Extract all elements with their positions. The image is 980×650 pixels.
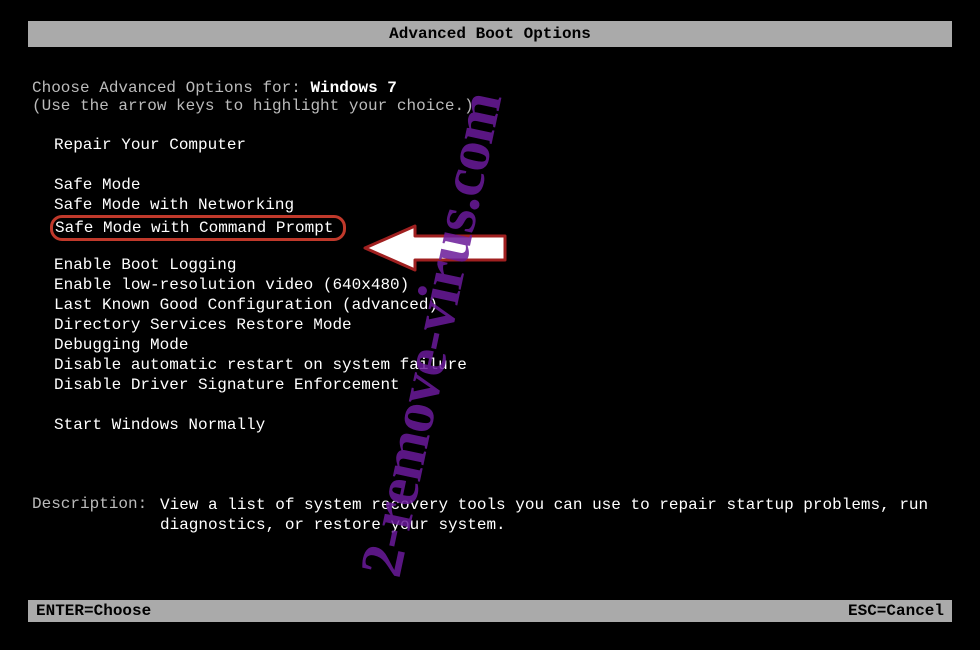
title-bar: Advanced Boot Options (28, 21, 952, 47)
menu-item[interactable]: Last Known Good Configuration (advanced) (52, 295, 440, 315)
intro-line: Choose Advanced Options for: Windows 7 (28, 79, 952, 97)
menu-item[interactable]: Safe Mode with Command Prompt (50, 215, 346, 241)
menu-group: Repair Your Computer (52, 135, 952, 155)
description-label: Description: (32, 495, 160, 535)
os-name: Windows 7 (310, 79, 396, 97)
menu-item[interactable]: Repair Your Computer (52, 135, 248, 155)
footer-bar: ENTER=Choose ESC=Cancel (28, 600, 952, 622)
menu-item[interactable]: Directory Services Restore Mode (52, 315, 354, 335)
menu-item[interactable]: Debugging Mode (52, 335, 190, 355)
menu-item[interactable]: Safe Mode (52, 175, 142, 195)
menu-item[interactable]: Disable Driver Signature Enforcement (52, 375, 402, 395)
description-block: Description: View a list of system recov… (28, 495, 952, 535)
page-title: Advanced Boot Options (389, 25, 591, 43)
menu-group: Start Windows Normally (52, 415, 952, 435)
menu-item[interactable]: Safe Mode with Networking (52, 195, 296, 215)
menu-item[interactable]: Disable automatic restart on system fail… (52, 355, 469, 375)
boot-menu[interactable]: Repair Your ComputerSafe ModeSafe Mode w… (28, 135, 952, 435)
menu-item[interactable]: Enable Boot Logging (52, 255, 238, 275)
description-text: View a list of system recovery tools you… (160, 495, 952, 535)
menu-group: Enable Boot LoggingEnable low-resolution… (52, 255, 952, 395)
menu-item[interactable]: Enable low-resolution video (640x480) (52, 275, 411, 295)
menu-group: Safe ModeSafe Mode with NetworkingSafe M… (52, 175, 952, 235)
main-content: Choose Advanced Options for: Windows 7 (… (28, 47, 952, 535)
footer-esc: ESC=Cancel (848, 602, 944, 620)
intro-prefix: Choose Advanced Options for: (32, 79, 310, 97)
hint-line: (Use the arrow keys to highlight your ch… (28, 97, 952, 115)
footer-enter: ENTER=Choose (36, 602, 151, 620)
menu-item[interactable]: Start Windows Normally (52, 415, 267, 435)
